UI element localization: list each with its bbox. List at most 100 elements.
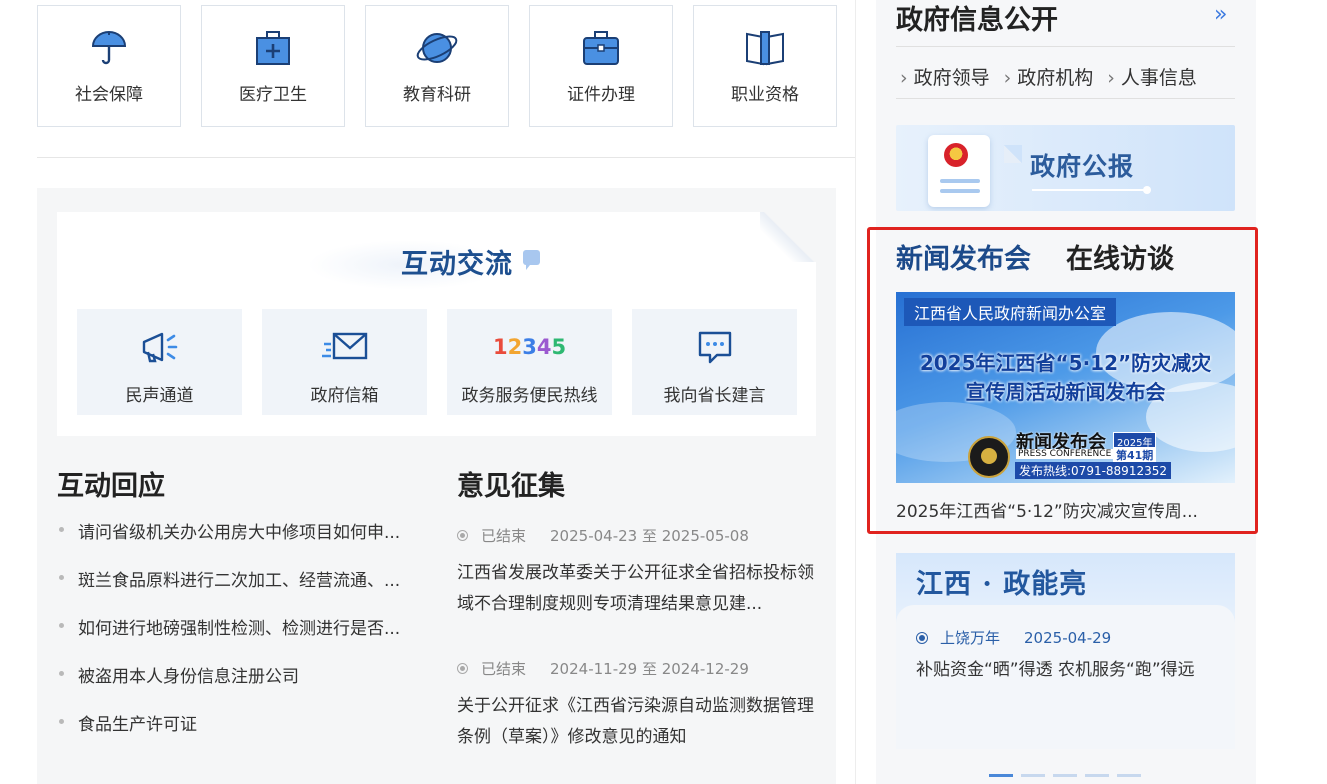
hotline-number: 12345 xyxy=(493,335,566,359)
chat-bubble-icon xyxy=(695,327,735,367)
opinion-item[interactable]: 已结束 2024-11-29 至 2024-12-29 关于公开征求《江西省污染… xyxy=(457,658,817,753)
service-tile-certificates[interactable]: 证件办理 xyxy=(529,5,673,127)
opinions-title: 意见征集 xyxy=(457,471,565,502)
national-emblem-icon xyxy=(944,143,968,167)
list-item-text: 请问省级机关办公用房大中修项目如何申... xyxy=(78,523,401,543)
hotline-digit: 3 xyxy=(522,335,537,359)
service-tile-medical[interactable]: 医疗卫生 xyxy=(201,5,345,127)
gov-nav-label: 政府领导 xyxy=(913,67,990,89)
hotline-digit: 5 xyxy=(551,335,567,359)
response-list: 请问省级机关办公用房大中修项目如何申... 斑兰食品原料进行二次加工、经营流通、… xyxy=(57,518,400,758)
gov-nav-agencies[interactable]: › 政府机构 xyxy=(1004,63,1094,90)
jiangxi-meta: 上饶万年 2025-04-29 xyxy=(916,627,1111,648)
service-label: 证件办理 xyxy=(567,85,635,105)
service-label: 医疗卫生 xyxy=(239,85,307,105)
press-conference-image[interactable]: 江西省人民政府新闻办公室 2025年江西省“5·12”防灾减灾 宣传周活动新闻发… xyxy=(896,292,1235,483)
quick-link-gov-mailbox[interactable]: 政府信箱 xyxy=(262,309,427,415)
gov-nav-label: 政府机构 xyxy=(1017,67,1094,89)
list-item[interactable]: 被盗用本人身份信息注册公司 xyxy=(57,662,400,710)
list-item[interactable]: 请问省级机关办公用房大中修项目如何申... xyxy=(57,518,400,566)
mail-icon xyxy=(321,327,368,367)
service-tile-qualifications[interactable]: 职业资格 xyxy=(693,5,837,127)
list-item[interactable]: 食品生产许可证 xyxy=(57,710,400,758)
jiangxi-text[interactable]: 补贴资金“晒”得透 农机服务“跑”得远 xyxy=(916,657,1216,683)
hotline-digit: 4 xyxy=(536,335,552,359)
interaction-title: 互动交流 xyxy=(401,249,513,280)
carousel-dot[interactable] xyxy=(1085,774,1109,777)
bulletin-label: 政府公报 xyxy=(1030,152,1135,181)
quick-link-public-voice[interactable]: 民声通道 xyxy=(77,309,242,415)
opinion-meta: 已结束 2025-04-23 至 2025-05-08 xyxy=(457,525,817,546)
document-icon xyxy=(928,135,1022,207)
quick-link-label: 政府信箱 xyxy=(310,386,379,406)
gov-bulletin-banner[interactable]: 政府公报 xyxy=(896,125,1235,211)
service-tiles: 社会保障 医疗卫生 教育科研 证件办理 职业资格 xyxy=(37,5,837,127)
page: 社会保障 医疗卫生 教育科研 证件办理 职业资格 互动交流 民声通道 政府信箱 … xyxy=(0,0,1327,784)
service-label: 教育科研 xyxy=(403,85,471,105)
gov-nav-personnel[interactable]: › 人事信息 xyxy=(1107,63,1197,90)
status-radio-icon xyxy=(457,663,468,674)
service-tile-social-security[interactable]: 社会保障 xyxy=(37,5,181,127)
interaction-card: 互动交流 民声通道 政府信箱 12345 政务服务便民热线 我向省长建言 xyxy=(57,212,816,436)
text-line-decoration xyxy=(940,179,980,183)
date-range: 2024-11-29 至 2024-12-29 xyxy=(550,660,749,678)
bullet xyxy=(59,719,64,724)
press-hotline: 发布热线:0791-88912352 xyxy=(1015,462,1171,479)
text-line-decoration xyxy=(940,189,980,193)
planet-icon xyxy=(415,26,459,70)
bullet xyxy=(59,527,64,532)
jiangxi-panel: 江西 · 政能亮 上饶万年 2025-04-29 补贴资金“晒”得透 农机服务“… xyxy=(896,553,1235,777)
quick-link-hotline[interactable]: 12345 政务服务便民热线 xyxy=(447,309,612,415)
hotline-12345-icon: 12345 xyxy=(493,327,566,367)
dot-decoration xyxy=(1143,186,1151,194)
hotline-digit: 1 xyxy=(492,335,508,359)
bullet xyxy=(59,623,64,628)
jiangxi-title: 江西 · 政能亮 xyxy=(916,569,1088,600)
list-item-text: 被盗用本人身份信息注册公司 xyxy=(78,667,299,687)
jiangxi-source: 上饶万年 xyxy=(940,629,1001,647)
opinion-text: 江西省发展改革委关于公开征求全省招标投标领域不合理制度规则专项清理结果意见建..… xyxy=(457,563,814,614)
underline-decoration xyxy=(1032,189,1146,191)
status-badge: 已结束 xyxy=(481,527,527,545)
list-item[interactable]: 如何进行地磅强制性检测、检测进行是否... xyxy=(57,614,400,662)
more-link[interactable]: » xyxy=(1214,2,1228,27)
gov-nav-leaders[interactable]: › 政府领导 xyxy=(900,63,990,90)
chevron-right-icon: › xyxy=(1003,67,1012,89)
carousel-dot[interactable] xyxy=(989,774,1013,777)
response-title: 互动回应 xyxy=(57,471,165,502)
book-icon xyxy=(743,26,787,70)
quick-links: 民声通道 政府信箱 12345 政务服务便民热线 我向省长建言 xyxy=(77,309,797,415)
tab-press-conference[interactable]: 新闻发布会 xyxy=(896,237,1031,276)
carousel-dot[interactable] xyxy=(1117,774,1141,777)
divider xyxy=(896,98,1235,99)
divider xyxy=(896,46,1235,47)
press-headline-line1: 2025年江西省“5·12”防灾减灾 xyxy=(919,351,1212,375)
service-tile-education[interactable]: 教育科研 xyxy=(365,5,509,127)
megaphone-icon xyxy=(138,327,182,367)
umbrella-icon xyxy=(87,26,131,70)
date-range: 2025-04-23 至 2025-05-08 xyxy=(550,527,749,545)
list-item-text: 食品生产许可证 xyxy=(78,715,197,735)
page-curl-decoration xyxy=(760,212,816,262)
carousel-dot[interactable] xyxy=(1053,774,1077,777)
list-item-text: 斑兰食品原料进行二次加工、经营流通、... xyxy=(78,571,401,591)
briefcase-icon xyxy=(579,26,623,70)
gov-nav-label: 人事信息 xyxy=(1120,67,1197,89)
opinion-item[interactable]: 已结束 2025-04-23 至 2025-05-08 江西省发展改革委关于公开… xyxy=(457,525,817,620)
chat-badge-icon xyxy=(523,250,540,270)
medical-kit-icon xyxy=(251,26,295,70)
press-caption[interactable]: 2025年江西省“5·12”防灾减灾宣传周... xyxy=(896,497,1235,522)
press-headline-line2: 宣传周活动新闻发布会 xyxy=(965,380,1166,404)
quick-link-governor-suggestion[interactable]: 我向省长建言 xyxy=(632,309,797,415)
chevron-right-icon: › xyxy=(900,67,908,89)
service-label: 职业资格 xyxy=(731,85,799,105)
list-item[interactable]: 斑兰食品原料进行二次加工、经营流通、... xyxy=(57,566,400,614)
quick-link-label: 政务服务便民热线 xyxy=(461,386,598,406)
press-badge-subtitle: PRESS CONFERENCE xyxy=(1016,449,1114,459)
tab-online-interview[interactable]: 在线访谈 xyxy=(1066,237,1174,276)
carousel-indicators xyxy=(989,774,1141,777)
hotline-digit: 2 xyxy=(507,335,523,359)
gov-info-title: 政府信息公开 xyxy=(896,5,1058,36)
interaction-panel: 互动交流 民声通道 政府信箱 12345 政务服务便民热线 我向省长建言 互动回… xyxy=(37,188,836,784)
carousel-dot[interactable] xyxy=(1021,774,1045,777)
